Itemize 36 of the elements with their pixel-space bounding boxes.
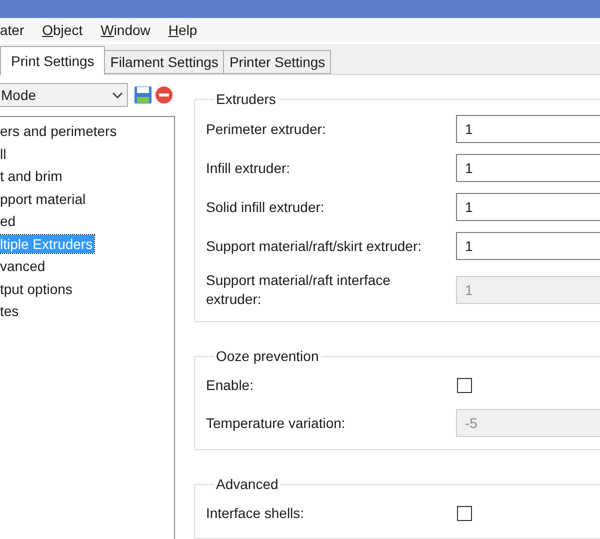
checkbox[interactable] xyxy=(457,506,472,520)
tab[interactable]: Filament Settings xyxy=(104,50,224,74)
option-label: Temperature variation: xyxy=(206,414,346,432)
input-field[interactable]: 1 xyxy=(456,115,600,143)
menu-item[interactable]: ater xyxy=(0,22,26,38)
tree-item[interactable]: tput options xyxy=(0,280,74,298)
input-field[interactable]: 1 xyxy=(456,193,600,221)
tree-item[interactable]: ll xyxy=(0,144,8,163)
option-label: Perimeter extruder: xyxy=(206,120,327,138)
tree-item[interactable]: t and brim xyxy=(0,167,64,186)
option-label: Infill extruder: xyxy=(206,158,292,178)
tree-item[interactable]: ers and perimeters xyxy=(0,122,118,140)
tree-item[interactable]: ed xyxy=(0,212,17,230)
input-field[interactable]: 1 xyxy=(456,232,600,260)
group-title: Ooze prevention xyxy=(215,348,320,364)
input-field[interactable]: 1 xyxy=(456,154,600,182)
option-label: Support material/raft interface extruder: xyxy=(206,271,392,309)
tree-item[interactable]: vanced xyxy=(0,257,46,276)
menu-item[interactable]: Help xyxy=(168,22,200,38)
tree-item[interactable]: pport material xyxy=(0,190,87,208)
option-label: Solid infill extruder: xyxy=(206,198,326,216)
menu-item[interactable]: Object xyxy=(42,22,85,38)
preset-dropdown[interactable]: Mode xyxy=(0,83,128,107)
menu-item[interactable]: Window xyxy=(100,22,152,38)
option-label: Support material/raft/skirt extruder: xyxy=(206,236,423,256)
checkbox[interactable] xyxy=(457,378,472,392)
group-title: Advanced xyxy=(215,476,280,492)
delete-icon[interactable] xyxy=(155,86,173,104)
tree-item[interactable]: tes xyxy=(0,302,20,320)
tab[interactable]: Print Settings xyxy=(0,46,106,75)
option-label: Enable: xyxy=(206,376,254,394)
group-title: Extruders xyxy=(215,91,277,107)
chevron-down-icon xyxy=(112,92,123,98)
tab[interactable]: Printer Settings xyxy=(223,50,332,74)
save-icon[interactable] xyxy=(134,86,152,104)
option-label: Interface shells: xyxy=(206,504,306,522)
